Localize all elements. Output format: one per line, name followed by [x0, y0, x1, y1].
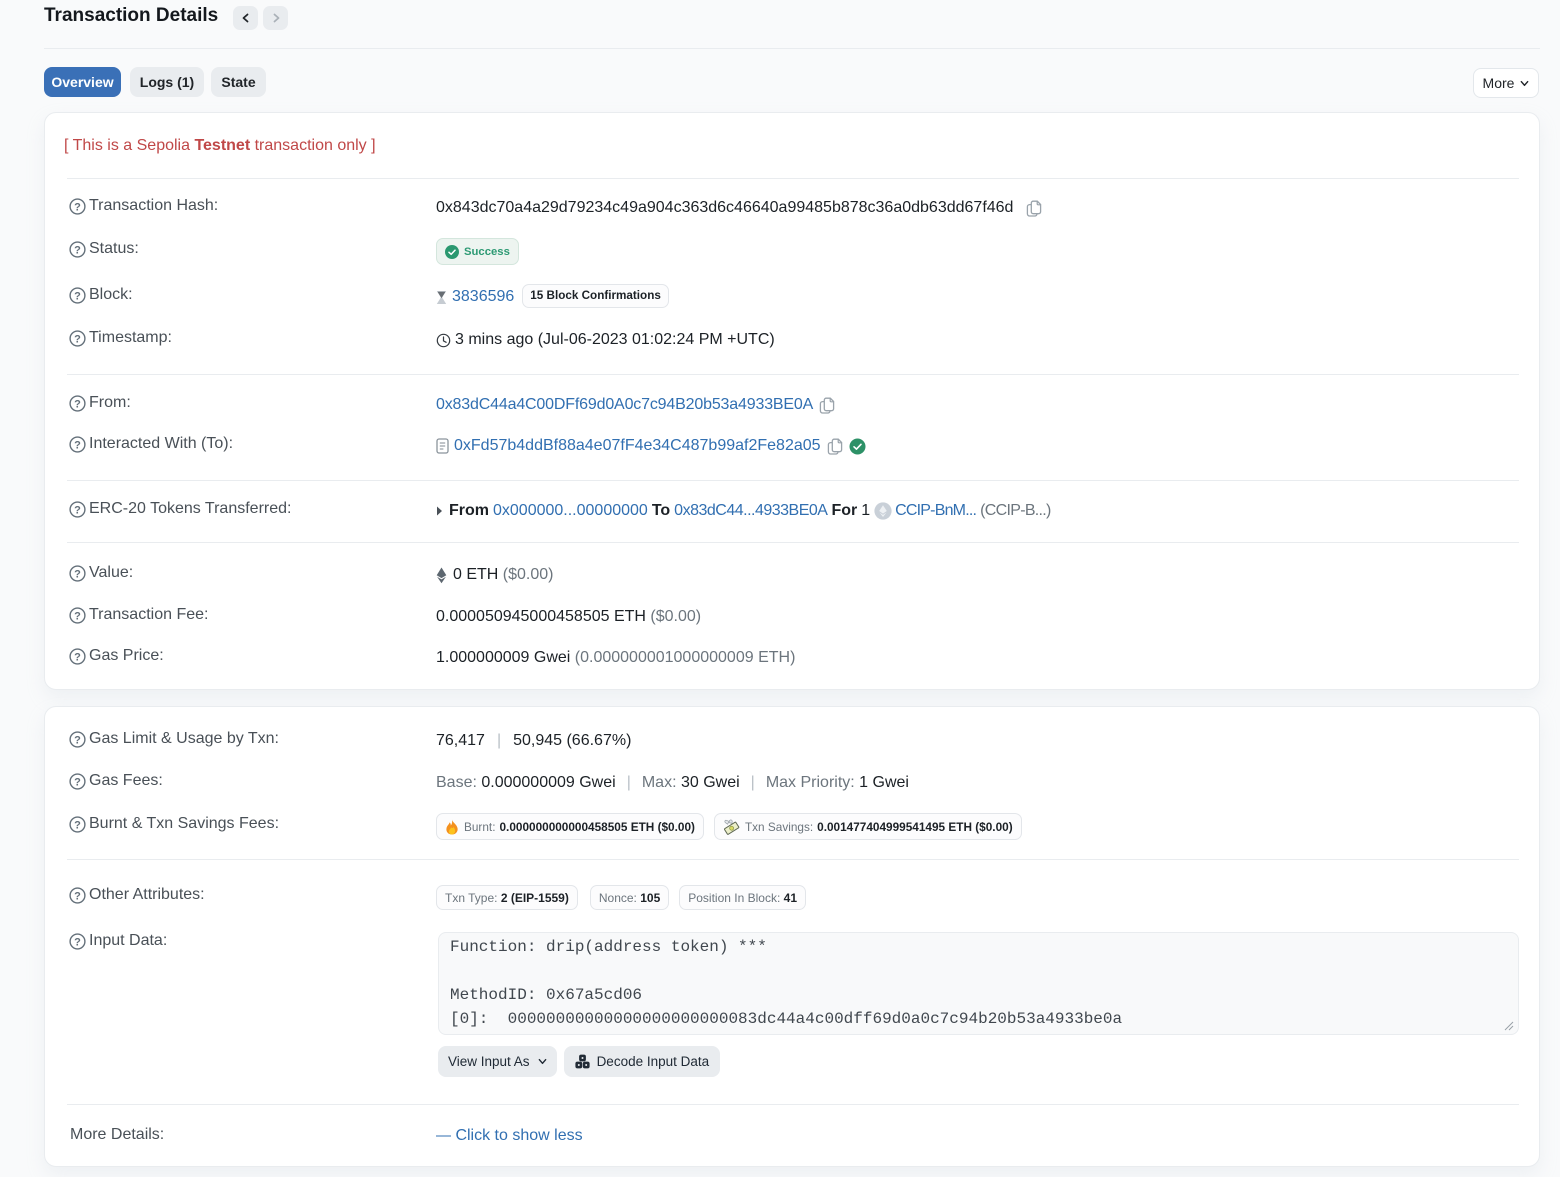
svg-text:?: ?: [74, 734, 81, 746]
svg-text:?: ?: [74, 568, 81, 580]
svg-text:?: ?: [74, 290, 81, 302]
svg-text:?: ?: [74, 890, 81, 902]
svg-text:?: ?: [74, 504, 81, 516]
svg-text:?: ?: [74, 244, 81, 256]
svg-text:?: ?: [74, 819, 81, 831]
svg-text:?: ?: [74, 776, 81, 788]
svg-text:?: ?: [74, 398, 81, 410]
svg-text:?: ?: [74, 936, 81, 948]
svg-text:?: ?: [74, 651, 81, 663]
svg-text:?: ?: [74, 333, 81, 345]
svg-text:?: ?: [74, 610, 81, 622]
svg-text:?: ?: [74, 201, 81, 213]
svg-text:?: ?: [74, 439, 81, 451]
